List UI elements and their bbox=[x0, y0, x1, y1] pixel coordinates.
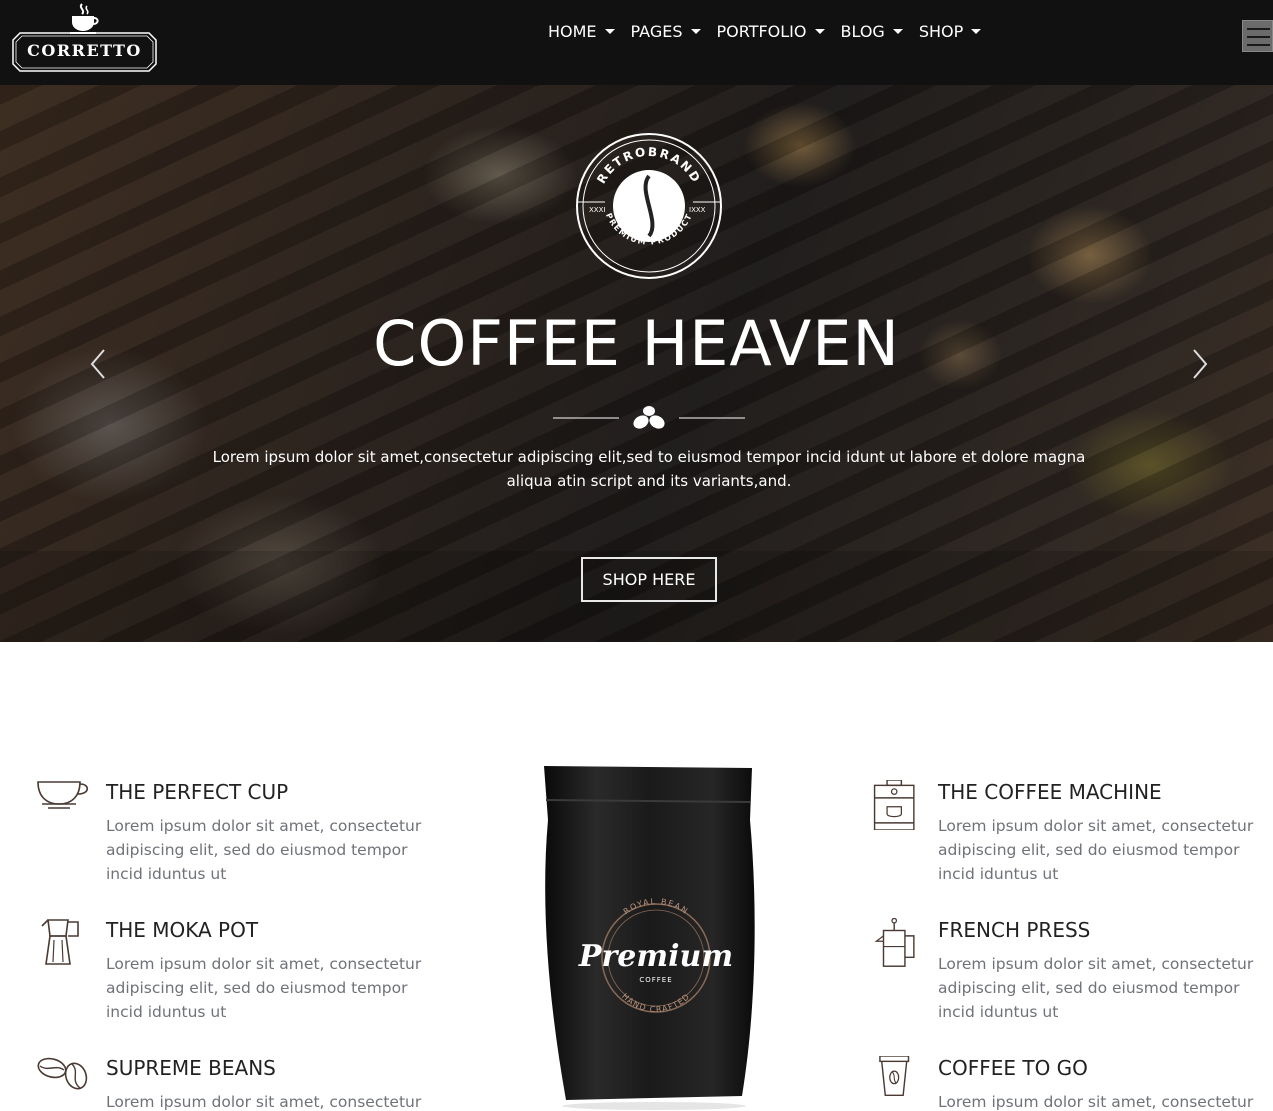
feature-description: Lorem ipsum dolor sit amet, consectetur bbox=[938, 1093, 1254, 1111]
brand-logo[interactable]: CORRETTO bbox=[12, 2, 157, 72]
nav-label: SHOP bbox=[918, 21, 964, 41]
to-go-cup-icon bbox=[879, 1056, 910, 1096]
feature-title: COFFEE TO GO bbox=[938, 1056, 1088, 1080]
badge-right-mark: IXXX bbox=[689, 206, 706, 214]
caret-down-icon bbox=[814, 28, 825, 34]
nav-item-portfolio[interactable]: PORTFOLIO bbox=[717, 18, 825, 44]
bag-script-text: Premium bbox=[578, 939, 733, 974]
moka-pot-icon bbox=[41, 919, 79, 965]
nav-label: BLOG bbox=[840, 21, 885, 41]
feature-description: Lorem ipsum dolor sit amet, consectetur … bbox=[106, 817, 422, 883]
shop-here-button[interactable]: SHOP HERE bbox=[581, 557, 717, 602]
feature-title: THE COFFEE MACHINE bbox=[938, 780, 1162, 804]
coffee-cup-icon bbox=[37, 781, 89, 809]
coffee-machine-icon bbox=[873, 780, 915, 830]
caret-down-icon bbox=[604, 28, 615, 34]
coffee-cup-logo-icon bbox=[70, 3, 99, 34]
hamburger-menu-icon[interactable] bbox=[1242, 20, 1273, 52]
caret-down-icon bbox=[892, 28, 903, 34]
premium-coffee-bag: ROYAL BEAN Premium COFFEE HAND CRAFTED bbox=[544, 766, 755, 1110]
badge-left-mark: XXXI bbox=[589, 206, 605, 214]
hero-slider: RETROBRAND PREMIUM PRODUCT XXXI IXXX COF… bbox=[0, 85, 1273, 642]
feature-description: Lorem ipsum dolor sit amet, consectetur … bbox=[938, 955, 1254, 1021]
feature-title: FRENCH PRESS bbox=[938, 918, 1091, 942]
hero-title: COFFEE HEAVEN bbox=[373, 307, 900, 380]
chevron-right-icon[interactable] bbox=[1190, 348, 1210, 380]
bag-sub-text: COFFEE bbox=[639, 976, 672, 984]
french-press-icon bbox=[874, 918, 915, 967]
main-nav: HOME PAGES PORTFOLIO BLOG SHOP bbox=[548, 18, 982, 44]
retrobrand-badge: RETROBRAND PREMIUM PRODUCT XXXI IXXX bbox=[576, 133, 722, 279]
beans-divider bbox=[553, 406, 745, 429]
nav-item-pages[interactable]: PAGES bbox=[631, 18, 701, 44]
caret-down-icon bbox=[690, 28, 701, 34]
caret-down-icon bbox=[971, 28, 982, 34]
nav-item-home[interactable]: HOME bbox=[548, 18, 615, 44]
nav-item-blog[interactable]: BLOG bbox=[841, 18, 903, 44]
nav-label: HOME bbox=[548, 21, 597, 41]
feature-title: THE PERFECT CUP bbox=[106, 780, 289, 804]
nav-label: PORTFOLIO bbox=[716, 21, 807, 41]
feature-title: SUPREME BEANS bbox=[106, 1056, 276, 1080]
feature-description: Lorem ipsum dolor sit amet, consectetur bbox=[106, 1093, 422, 1111]
nav-item-shop[interactable]: SHOP bbox=[918, 18, 982, 44]
hero-description: Lorem ipsum dolor sit amet,consectetur a… bbox=[212, 448, 1086, 490]
chevron-left-icon[interactable] bbox=[88, 348, 108, 380]
feature-description: Lorem ipsum dolor sit amet, consectetur … bbox=[938, 817, 1254, 883]
brand-name: CORRETTO bbox=[27, 41, 142, 60]
feature-description: Lorem ipsum dolor sit amet, consectetur … bbox=[106, 955, 422, 1021]
coffee-beans-icon bbox=[37, 1057, 88, 1090]
nav-label: PAGES bbox=[630, 21, 683, 41]
site-header: CORRETTO HOME PAGES PORTFOLIO BLOG SHOP bbox=[0, 0, 1273, 85]
feature-title: THE MOKA POT bbox=[106, 918, 259, 942]
